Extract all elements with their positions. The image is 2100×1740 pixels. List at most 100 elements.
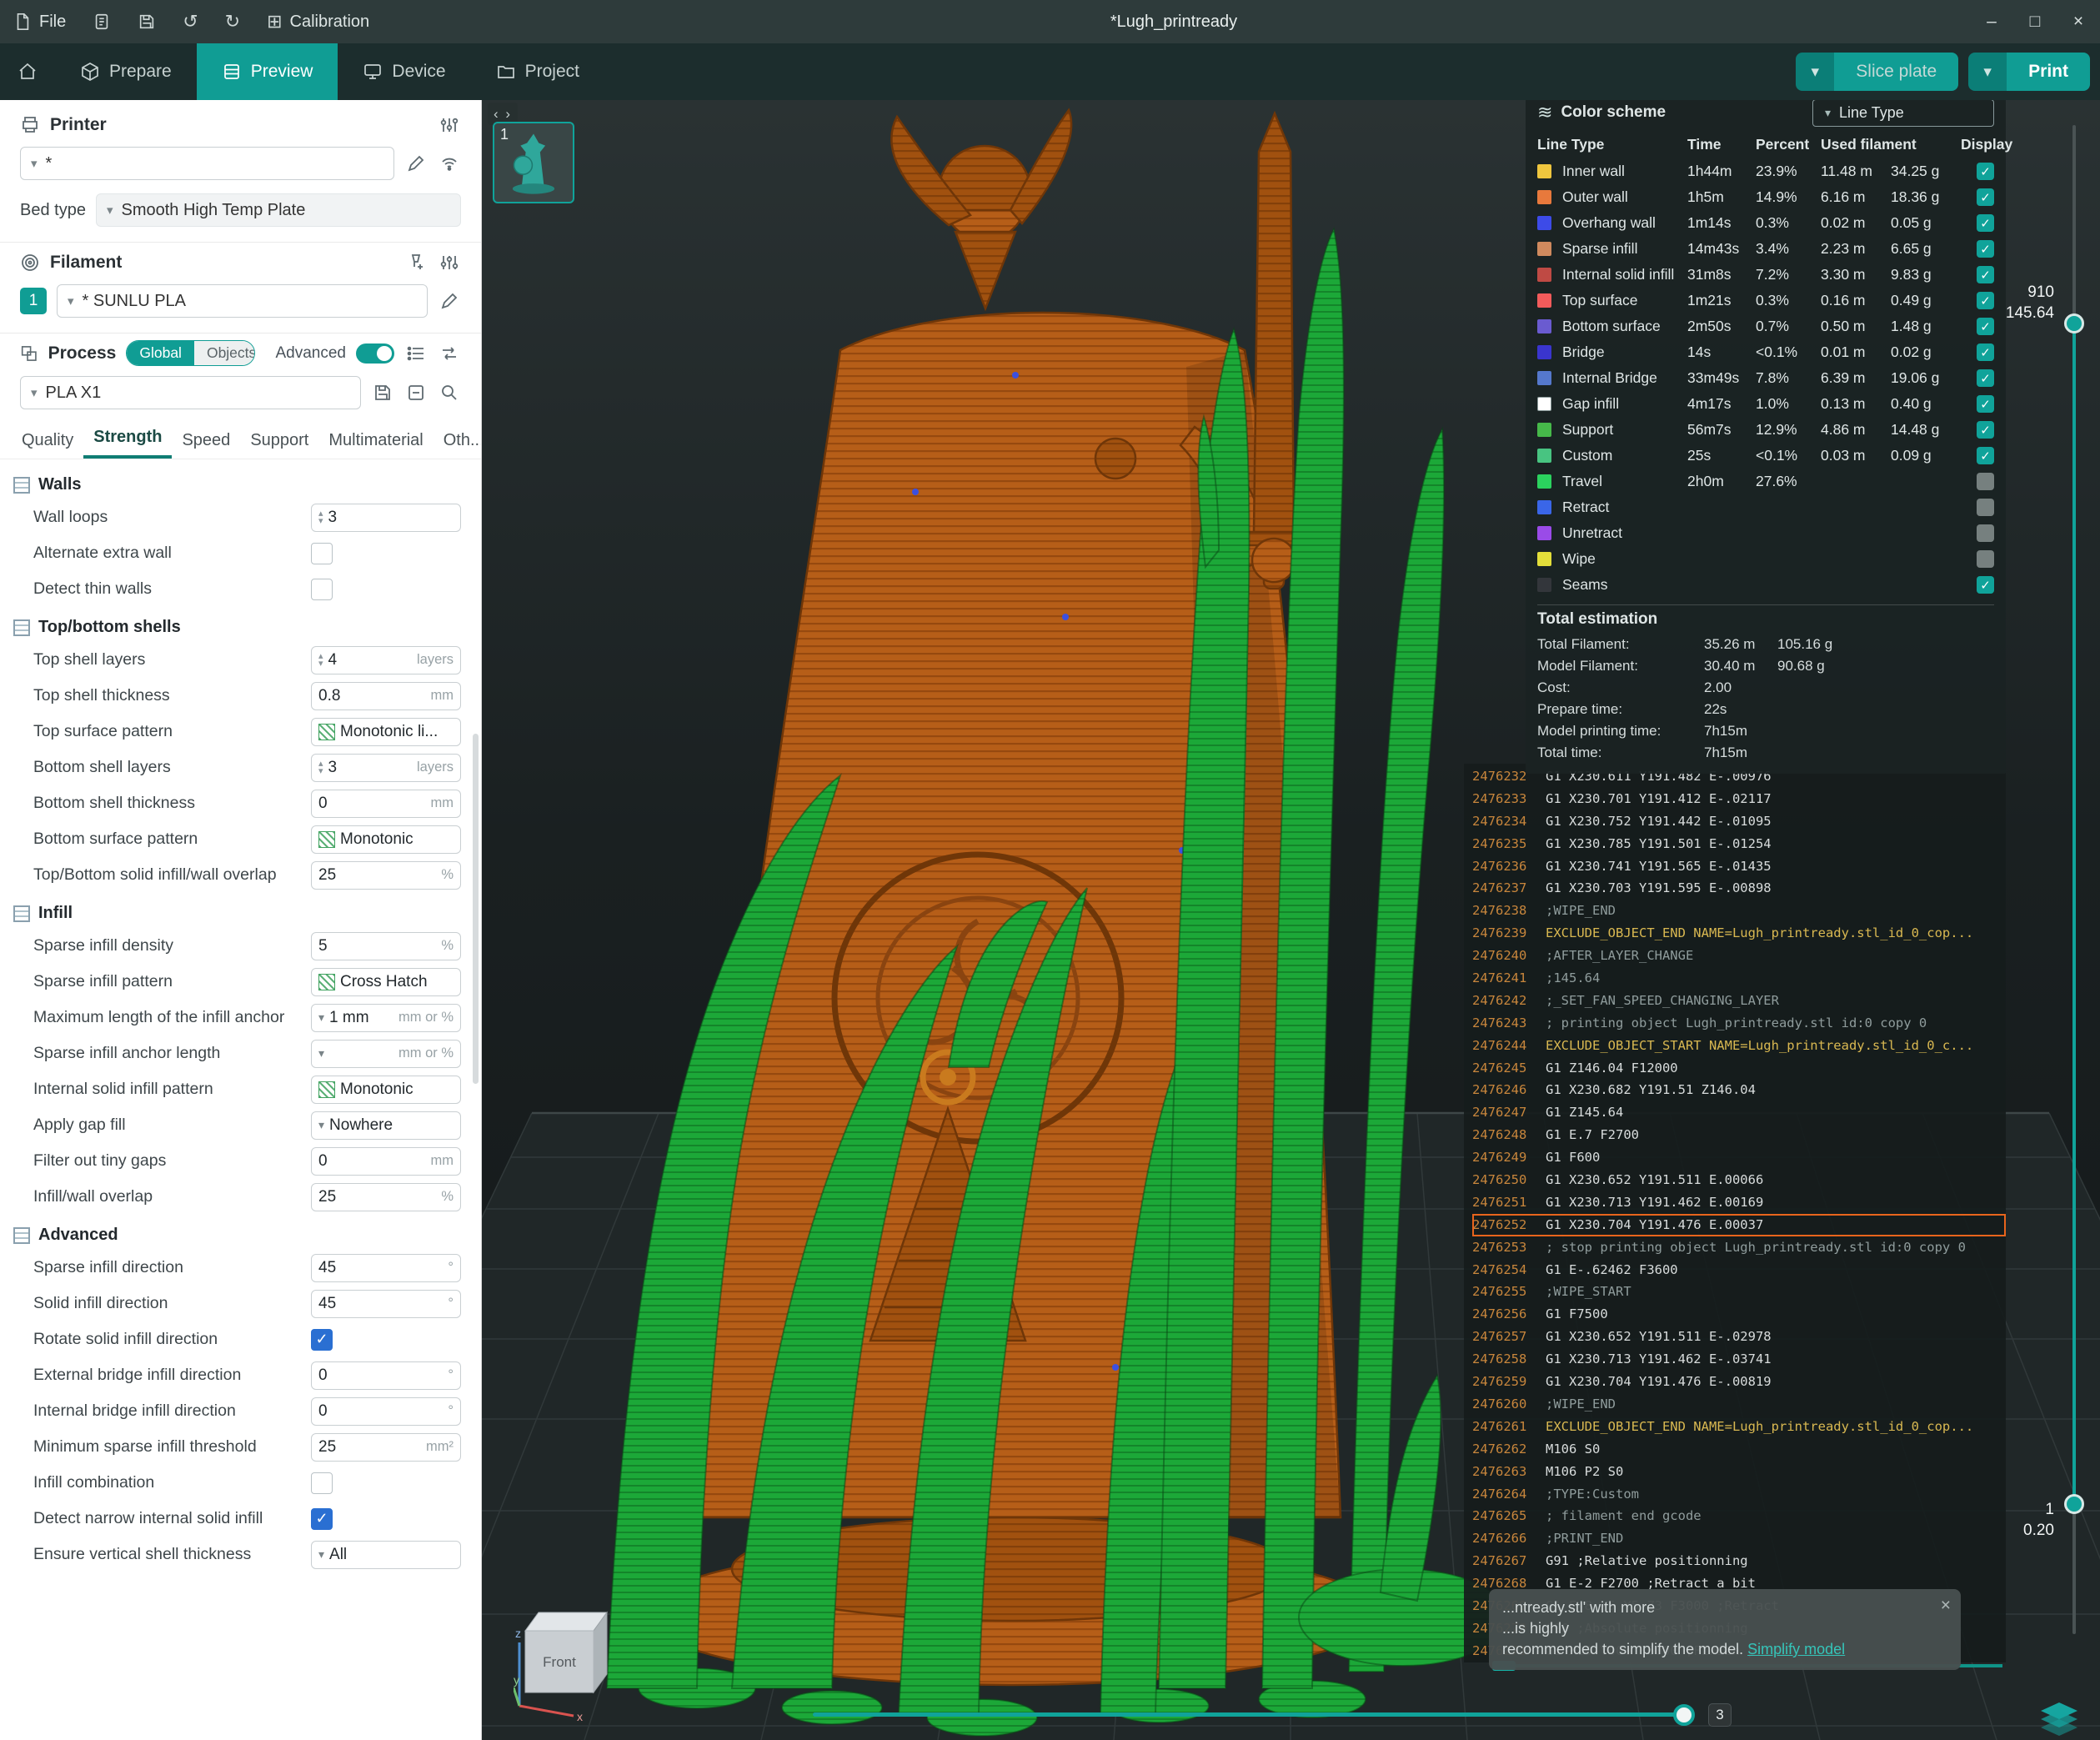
param-input[interactable]: 45°: [311, 1290, 461, 1318]
tooltip-close-icon[interactable]: ×: [1941, 1596, 1951, 1616]
param-pattern[interactable]: Cross Hatch: [311, 968, 461, 996]
search-settings-button[interactable]: [438, 381, 461, 404]
spinner-arrows[interactable]: ▴▾: [318, 510, 323, 525]
param-pattern[interactable]: Monotonic li...: [311, 718, 461, 746]
tab-strength[interactable]: Strength: [83, 418, 172, 459]
param-list-button[interactable]: [404, 342, 428, 365]
undo-button[interactable]: ↺: [169, 0, 211, 43]
param-input[interactable]: 25%: [311, 1183, 461, 1211]
tab-preview[interactable]: Preview: [197, 43, 338, 100]
layers-view-button[interactable]: [2039, 1701, 2079, 1737]
param-select[interactable]: ▾Nowhere: [311, 1111, 461, 1140]
display-checkbox[interactable]: [1977, 499, 1994, 516]
save-preset-button[interactable]: [371, 381, 394, 404]
display-checkbox[interactable]: ✓: [1977, 163, 1994, 180]
add-filament-button[interactable]: [404, 251, 428, 274]
layer-slider-top-handle[interactable]: [2064, 313, 2084, 333]
print-button[interactable]: ▾ Print: [1968, 53, 2090, 91]
display-checkbox[interactable]: ✓: [1977, 240, 1994, 258]
param-select[interactable]: ▾mm or %: [311, 1040, 461, 1068]
compare-presets-button[interactable]: [438, 342, 461, 365]
param-input[interactable]: 0°: [311, 1361, 461, 1390]
minimize-button[interactable]: –: [1970, 0, 2013, 43]
tab-prepare[interactable]: Prepare: [55, 43, 197, 100]
param-pattern[interactable]: Monotonic: [311, 1076, 461, 1104]
save-button[interactable]: [124, 0, 169, 43]
display-checkbox[interactable]: ✓: [1977, 447, 1994, 464]
display-checkbox[interactable]: [1977, 524, 1994, 542]
slice-plate-button[interactable]: ▾ Slice plate: [1796, 53, 1958, 91]
tab-device[interactable]: Device: [338, 43, 470, 100]
printer-preset-select[interactable]: ▾ *: [20, 147, 394, 180]
gcode-viewer[interactable]: 2476232G1 X230.611 Y191.482 E-.009762476…: [1464, 764, 2006, 1662]
printer-wifi-button[interactable]: [438, 152, 461, 175]
tab-support[interactable]: Support: [240, 421, 318, 459]
spin-down-icon[interactable]: ▾: [318, 768, 323, 775]
view-cube[interactable]: Front z y x: [514, 1606, 639, 1722]
sidebar-scrollbar[interactable]: [473, 734, 479, 1084]
param-select[interactable]: ▾1 mmmm or %: [311, 1004, 461, 1032]
filament-preset-select[interactable]: ▾ * SUNLU PLA: [57, 284, 428, 318]
filament-slot-badge[interactable]: 1: [20, 288, 47, 314]
layer-slider-bottom-handle[interactable]: [2064, 1494, 2084, 1514]
tab-others[interactable]: Oth...: [434, 421, 482, 459]
bed-type-select[interactable]: ▾ Smooth High Temp Plate: [96, 193, 461, 227]
printer-settings-button[interactable]: [438, 113, 461, 137]
notebook-button[interactable]: [79, 0, 124, 43]
param-spinner[interactable]: ▴▾3layers: [311, 754, 461, 782]
display-checkbox[interactable]: ✓: [1977, 395, 1994, 413]
process-global-option[interactable]: Global: [127, 341, 194, 365]
display-checkbox[interactable]: ✓: [1977, 421, 1994, 439]
home-button[interactable]: [0, 43, 55, 100]
param-input[interactable]: 0°: [311, 1397, 461, 1426]
slice-dropdown-chevron-icon[interactable]: ▾: [1796, 53, 1834, 91]
param-checkbox[interactable]: [311, 543, 333, 564]
display-checkbox[interactable]: ✓: [1977, 214, 1994, 232]
move-slider-handle[interactable]: [1673, 1704, 1695, 1726]
spinner-arrows[interactable]: ▴▾: [318, 653, 323, 668]
plate-thumbnail[interactable]: 1: [493, 122, 574, 203]
param-input[interactable]: 25%: [311, 861, 461, 890]
param-spinner[interactable]: ▴▾3: [311, 504, 461, 532]
spin-down-icon[interactable]: ▾: [318, 518, 323, 525]
param-input[interactable]: 5%: [311, 932, 461, 960]
param-checkbox[interactable]: [311, 1472, 333, 1494]
process-preset-select[interactable]: ▾ PLA X1: [20, 376, 361, 409]
param-spinner[interactable]: ▴▾4layers: [311, 646, 461, 674]
process-objects-option[interactable]: Objects: [194, 341, 256, 365]
calibration-button[interactable]: ⊞ Calibration: [253, 0, 383, 43]
color-scheme-select[interactable]: ▾ Line Type: [1812, 99, 1994, 127]
edit-filament-button[interactable]: [438, 289, 461, 313]
display-checkbox[interactable]: ✓: [1977, 343, 1994, 361]
param-input[interactable]: 0mm: [311, 1147, 461, 1176]
filament-settings-button[interactable]: [438, 251, 461, 274]
param-input[interactable]: 0.8mm: [311, 682, 461, 710]
param-select[interactable]: ▾All: [311, 1541, 461, 1569]
maximize-button[interactable]: □: [2013, 0, 2057, 43]
param-checkbox[interactable]: [311, 579, 333, 600]
move-slider-track[interactable]: [813, 1712, 1688, 1717]
redo-button[interactable]: ↻: [212, 0, 253, 43]
display-checkbox[interactable]: [1977, 550, 1994, 568]
print-dropdown-chevron-icon[interactable]: ▾: [1968, 53, 2007, 91]
display-checkbox[interactable]: [1977, 473, 1994, 490]
file-menu[interactable]: File: [0, 0, 79, 43]
delete-preset-button[interactable]: [404, 381, 428, 404]
param-checkbox[interactable]: ✓: [311, 1329, 333, 1351]
display-checkbox[interactable]: ✓: [1977, 188, 1994, 206]
close-button[interactable]: ×: [2057, 0, 2100, 43]
display-checkbox[interactable]: ✓: [1977, 369, 1994, 387]
tab-multimaterial[interactable]: Multimaterial: [318, 421, 433, 459]
process-scope-toggle[interactable]: Global Objects: [126, 340, 255, 366]
tab-speed[interactable]: Speed: [172, 421, 240, 459]
tab-project[interactable]: Project: [471, 43, 604, 100]
edit-printer-button[interactable]: [404, 152, 428, 175]
param-input[interactable]: 25mm²: [311, 1433, 461, 1462]
display-checkbox[interactable]: ✓: [1977, 266, 1994, 283]
param-input[interactable]: 0mm: [311, 790, 461, 818]
simplify-model-link[interactable]: Simplify model: [1747, 1641, 1845, 1657]
param-input[interactable]: 45°: [311, 1254, 461, 1282]
param-pattern[interactable]: Monotonic: [311, 825, 461, 854]
display-checkbox[interactable]: ✓: [1977, 576, 1994, 594]
advanced-toggle[interactable]: [356, 343, 394, 364]
